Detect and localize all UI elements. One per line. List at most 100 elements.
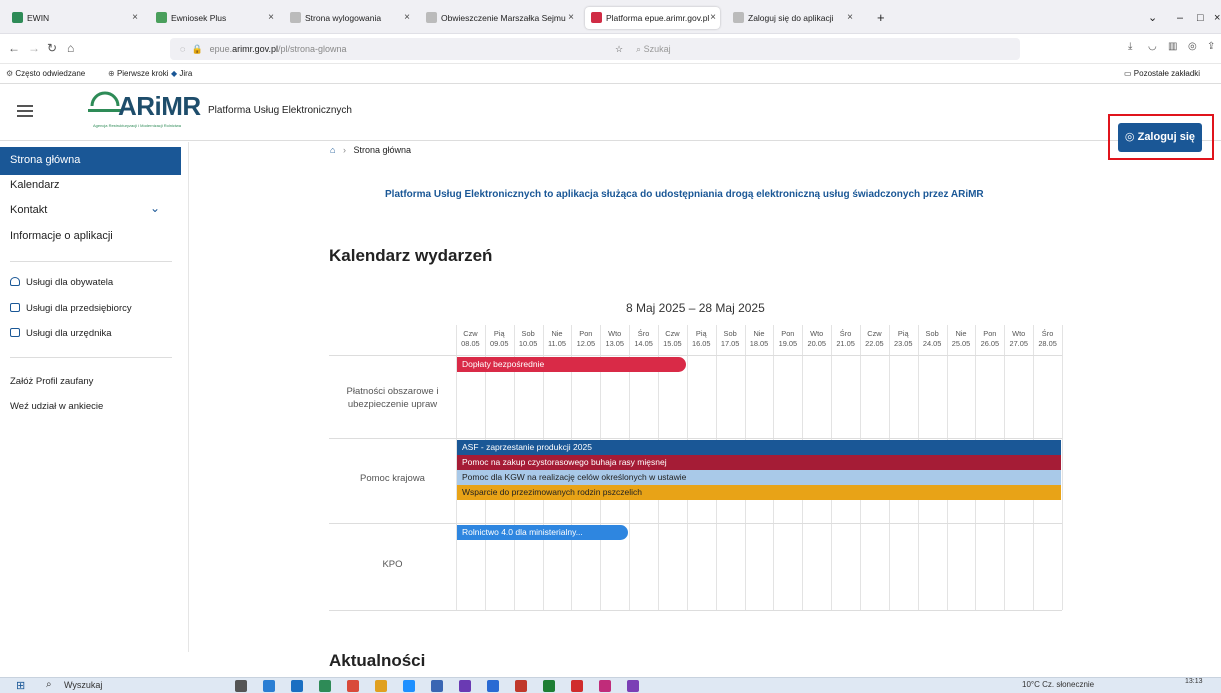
windows-start-icon[interactable]: ⊞ — [16, 679, 25, 692]
taskbar-app-icon[interactable] — [235, 680, 247, 692]
bookmark-item[interactable]: ◆ Jira — [171, 64, 192, 84]
sidebar: Strona główna Kalendarz Kontakt ⌄ Inform… — [0, 142, 189, 652]
calendar-day-name: Pon — [579, 329, 593, 338]
calendar-day-date: 12.05 — [576, 339, 596, 348]
calendar-row-divider — [329, 610, 1062, 611]
close-window-icon[interactable]: × — [1214, 7, 1220, 29]
forward-icon[interactable]: → — [28, 41, 40, 55]
weather-widget[interactable]: 10°C Cz. słonecznie — [1022, 680, 1094, 689]
sidebar-item-business[interactable]: Usługi dla przedsiębiorcy — [10, 303, 132, 314]
minimize-icon[interactable]: – — [1177, 7, 1183, 29]
taskbar-app-icon[interactable] — [375, 680, 387, 692]
new-tab-button[interactable]: + — [877, 7, 885, 29]
address-bar[interactable]: ◌ 🔒 epue.arimr.gov.pl/pl/strona-glowna ☆… — [170, 38, 1020, 60]
calendar-day-date: 27.05 — [1009, 339, 1028, 348]
login-button[interactable]: ◎ Zaloguj się — [1118, 123, 1202, 152]
browser-tab-label: Obwieszczenie Marszałka Sejmu — [441, 13, 566, 23]
taskbar-app-icon[interactable] — [627, 680, 639, 692]
sidebar-item-citizen[interactable]: Usługi dla obywatela — [10, 277, 113, 288]
back-icon[interactable]: ← — [8, 41, 20, 55]
platform-title: Platforma Usług Elektronicznych — [208, 105, 352, 116]
calendar-day-date: 08.05 — [461, 339, 480, 348]
search-input[interactable]: ⌕ Szukaj — [636, 38, 886, 60]
close-icon[interactable]: × — [268, 7, 274, 29]
pocket-icon[interactable]: ◡ — [1148, 41, 1157, 52]
download-icon[interactable]: ⤓ — [1128, 41, 1132, 52]
star-icon[interactable]: ☆ — [615, 38, 623, 60]
account-icon[interactable]: ◎ — [1188, 41, 1197, 52]
browser-tab[interactable]: Obwieszczenie Marszałka Sejmu × — [420, 7, 578, 29]
calendar-event[interactable]: Wsparcie do przezimowanych rodzin pszcze… — [457, 485, 1061, 500]
sidebar-item-trusted-profile[interactable]: Załóż Profil zaufany — [10, 376, 93, 387]
sidebar-item-survey[interactable]: Weź udział w ankiecie — [10, 401, 103, 412]
close-icon[interactable]: × — [568, 7, 574, 29]
breadcrumb: ⌂ › Strona główna — [330, 145, 411, 155]
taskbar-app-icon[interactable] — [319, 680, 331, 692]
sidebar-item-citizen-label: Usługi dla obywatela — [26, 277, 114, 288]
taskbar-app-icon[interactable] — [459, 680, 471, 692]
library-icon[interactable]: ▥ — [1168, 41, 1177, 52]
calendar-event[interactable]: Rolnictwo 4.0 dla ministerialny... — [457, 525, 629, 540]
shield-icon: ◌ — [180, 44, 186, 54]
close-icon[interactable]: × — [404, 7, 410, 29]
globe-icon: ⊕ — [108, 69, 117, 78]
taskbar-app-icon[interactable] — [487, 680, 499, 692]
taskbar-app-icon[interactable] — [347, 680, 359, 692]
breadcrumb-current: Strona główna — [353, 145, 412, 155]
home-icon[interactable]: ⌂ — [67, 41, 74, 55]
bookmark-item[interactable]: ⊕ Pierwsze kroki — [108, 64, 169, 84]
calendar-event[interactable]: Pomoc na zakup czystorasowego buhaja ras… — [457, 455, 1061, 470]
hamburger-menu-icon[interactable] — [17, 105, 33, 117]
sidebar-item-clerk[interactable]: Usługi dla urzędnika — [10, 328, 112, 339]
bookmark-item[interactable]: ⚙ Często odwiedzane — [6, 64, 85, 84]
browser-tab-strip: EWIN × Ewniosek Plus × Strona wylogowania × Ob… — [0, 0, 1221, 34]
chevron-down-icon[interactable]: ⌄ — [1148, 7, 1157, 29]
sidebar-item-about[interactable]: Informacje o aplikacji — [10, 230, 113, 242]
calendar-event[interactable]: Pomoc dla KGW na realizację celów określ… — [457, 470, 1061, 485]
calendar-day-date: 11.05 — [548, 339, 566, 348]
folder-icon: ▭ — [1124, 69, 1134, 78]
home-icon[interactable]: ⌂ — [330, 145, 335, 155]
extensions-icon[interactable]: ⇪ — [1207, 41, 1215, 52]
browser-tab[interactable]: Strona wylogowania × — [284, 7, 414, 29]
browser-tab[interactable]: Platforma epue.arimr.gov.pl × — [585, 7, 720, 29]
other-bookmarks[interactable]: ▭ Pozostałe zakładki — [1124, 64, 1200, 84]
other-bookmarks-label: Pozostałe zakładki — [1133, 69, 1201, 78]
close-icon[interactable]: × — [847, 7, 853, 29]
sidebar-item-calendar[interactable]: Kalendarz — [10, 179, 60, 191]
search-icon[interactable]: ⌕ — [46, 679, 52, 690]
close-icon[interactable]: × — [132, 7, 138, 29]
maximize-icon[interactable]: □ — [1197, 7, 1204, 29]
calendar-day-header: Śro 21.05 — [831, 325, 860, 355]
reload-icon[interactable]: ↻ — [47, 41, 57, 55]
clock[interactable]: 13:13 — [1185, 678, 1203, 685]
url-prefix: epue. — [209, 44, 233, 54]
calendar-day-date: 21.05 — [836, 339, 855, 348]
taskbar-app-icon[interactable] — [599, 680, 611, 692]
close-icon[interactable]: × — [710, 7, 716, 29]
tab-favicon-icon — [426, 12, 437, 23]
tab-favicon-icon — [12, 12, 23, 23]
browser-tab[interactable]: Ewniosek Plus × — [150, 7, 278, 29]
calendar-day-name: Wto — [810, 329, 824, 338]
taskbar-app-icon[interactable] — [431, 680, 443, 692]
taskbar-app-icon[interactable] — [571, 680, 583, 692]
taskbar-app-icon[interactable] — [291, 680, 303, 692]
search-icon: ⌕ — [636, 44, 642, 54]
chevron-down-icon[interactable]: ⌄ — [150, 201, 160, 215]
taskbar-app-icon[interactable] — [515, 680, 527, 692]
logo[interactable]: ARiMR — [118, 91, 201, 122]
browser-tab[interactable]: Zaloguj się do aplikacji × — [727, 7, 857, 29]
calendar-event[interactable]: Dopłaty bezpośrednie — [457, 357, 686, 372]
taskbar-app-icon[interactable] — [403, 680, 415, 692]
browser-tab[interactable]: EWIN × — [6, 7, 142, 29]
taskbar-app-icon[interactable] — [543, 680, 555, 692]
calendar-day-header: Czw 15.05 — [658, 325, 687, 355]
calendar-event[interactable]: ASF - zaprzestanie produkcji 2025 — [457, 440, 1061, 455]
sidebar-item-contact[interactable]: Kontakt — [10, 204, 47, 216]
calendar-day-header: Nie 11.05 — [543, 325, 572, 355]
taskbar-app-icon[interactable] — [263, 680, 275, 692]
sidebar-item-home[interactable]: Strona główna — [10, 154, 80, 166]
bookmark-label: Często odwiedzane — [15, 69, 86, 78]
taskbar-search[interactable]: Wyszukaj — [64, 680, 102, 690]
